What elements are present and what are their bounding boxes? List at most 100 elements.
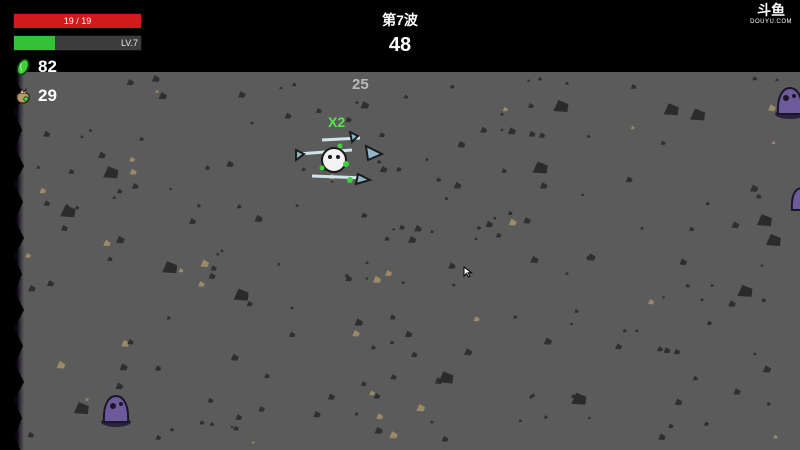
floor-rock <box>480 126 488 133</box>
floor-rock <box>74 205 80 210</box>
floor-rock <box>630 125 635 130</box>
floor-rock <box>288 331 296 338</box>
floor-rock <box>327 393 336 400</box>
floor-rock <box>775 78 779 82</box>
floor-rock <box>236 204 242 209</box>
floor-rock <box>464 348 473 356</box>
game-screen: 25 X2 19 / 19 LV.7 82 29 第7波 48 斗鱼 DOUYU… <box>0 0 800 450</box>
floor-rock <box>230 425 234 429</box>
floor-rock <box>543 415 548 419</box>
floor-rock <box>28 284 36 292</box>
floor-rock <box>753 352 757 356</box>
floor-rock <box>750 184 759 192</box>
floor-rock <box>116 235 125 244</box>
floor-rock <box>396 166 402 172</box>
floor-rock <box>27 431 35 438</box>
douyu-watermark: 斗鱼 DOUYU.COM <box>750 3 792 26</box>
floor-rock <box>200 259 210 268</box>
floor-rock <box>284 112 292 119</box>
floor-rock <box>580 193 585 196</box>
floor-rock <box>414 225 422 232</box>
floor-rock <box>679 258 688 266</box>
materials-value: 82 <box>38 57 57 76</box>
floor-boulder <box>162 261 178 274</box>
wave-timer: 48 <box>388 34 412 56</box>
floor-rock <box>587 416 591 420</box>
floor-rock <box>622 328 627 333</box>
floor-boulder <box>553 100 569 113</box>
floor-rock <box>733 388 741 395</box>
floor-boulder <box>73 402 89 415</box>
floor-rock <box>401 280 406 284</box>
floor-rock <box>365 261 369 265</box>
floor-rock <box>264 373 270 379</box>
floor-rock <box>762 365 772 373</box>
floor-rock <box>354 318 364 326</box>
floor-boulder <box>756 214 772 227</box>
floor-boulder <box>233 288 249 301</box>
floor-rock <box>703 421 710 426</box>
floor-rock <box>507 210 513 215</box>
watermark-logo-text: 斗鱼 <box>757 2 786 18</box>
floor-rock <box>390 374 397 380</box>
floor-rock <box>399 224 405 230</box>
floor-rock <box>246 300 253 307</box>
floor-rock <box>766 401 771 406</box>
floor-rock <box>518 419 523 423</box>
floor-rock <box>565 81 569 85</box>
floor-rock <box>430 420 434 424</box>
floor-rock <box>411 351 418 358</box>
floor-rock <box>88 128 93 132</box>
floor-rock <box>710 283 714 287</box>
floor-rock <box>416 403 426 412</box>
floor-rock <box>543 337 553 345</box>
floor-rock <box>635 328 639 333</box>
floor-rock <box>528 130 536 137</box>
floor-rock <box>425 157 429 161</box>
floor-rock <box>107 256 113 262</box>
green-material-icon <box>16 58 30 76</box>
floor-rock <box>530 255 539 264</box>
floor-rock <box>376 413 384 420</box>
floor-rock <box>196 203 201 208</box>
floor-rock <box>215 252 220 256</box>
floor-rock <box>112 195 117 200</box>
floor-rock <box>495 232 502 238</box>
floor-rock <box>760 264 764 267</box>
floor-rock <box>539 182 548 189</box>
floor-rock <box>139 136 144 141</box>
floor-rock <box>441 435 449 442</box>
floor-rock <box>385 269 393 276</box>
floor-rock <box>625 176 633 183</box>
floor-rock <box>169 427 175 432</box>
floor-rock <box>68 168 75 174</box>
floor-rock <box>705 201 710 206</box>
floor-rock <box>355 100 359 104</box>
floor-rock <box>131 182 139 189</box>
floor-rock <box>250 121 254 125</box>
floor-rock <box>500 112 504 116</box>
enemy-alien-right-top <box>775 86 800 119</box>
floor-boulder <box>690 108 706 121</box>
floor-rock <box>292 82 297 87</box>
floor-rock <box>688 226 695 232</box>
floor-rock <box>158 91 168 100</box>
floor-rock <box>204 165 211 170</box>
floor-rock <box>235 414 243 420</box>
wave-label: 第7波 <box>382 12 418 28</box>
floor-rock <box>392 227 396 231</box>
floor-rock <box>692 375 699 381</box>
floor-rock <box>565 271 569 275</box>
floor-rock <box>360 101 370 109</box>
floor-rock <box>46 280 55 287</box>
floor-rock <box>430 230 434 234</box>
floor-rock <box>290 306 294 310</box>
floor-rock <box>199 420 205 425</box>
floor-rock <box>755 193 762 199</box>
floor-rock <box>640 226 644 230</box>
floor-rock <box>538 132 546 138</box>
floor-boulder <box>60 205 76 218</box>
floor-rock <box>474 237 478 241</box>
floor-rock <box>706 320 712 326</box>
floor-rock <box>527 79 531 82</box>
